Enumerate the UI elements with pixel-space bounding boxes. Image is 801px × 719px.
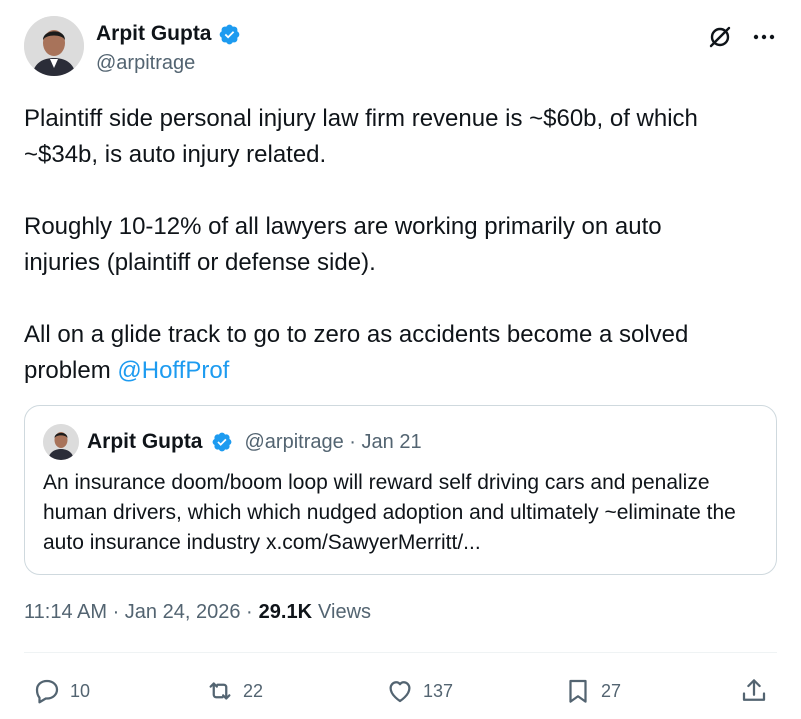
grok-icon[interactable]: [707, 24, 733, 55]
action-bar: 10 22 137 27: [0, 672, 801, 712]
verified-badge-icon[interactable]: [218, 23, 241, 46]
bookmark-icon: [569, 679, 587, 703]
author-name[interactable]: Arpit Gupta: [96, 22, 212, 46]
author-avatar[interactable]: [24, 16, 84, 76]
tweet-body: Plaintiff side personal injury law firm …: [24, 105, 698, 384]
repost-button[interactable]: 22: [205, 676, 263, 706]
reply-count: 10: [70, 680, 91, 701]
share-icon: [742, 679, 766, 701]
bookmark-count: 27: [601, 680, 622, 701]
author-handle[interactable]: @arpitrage: [96, 52, 241, 75]
quoted-tweet-header: Arpit Gupta @arpitrage · Jan 21: [43, 424, 422, 460]
more-icon[interactable]: [751, 24, 777, 55]
like-icon: [389, 681, 411, 703]
tweet-timestamp[interactable]: 11:14 AM · Jan 24, 2026 ·: [24, 601, 253, 624]
reply-button[interactable]: 10: [32, 676, 90, 706]
quoted-tweet[interactable]: Arpit Gupta @arpitrage · Jan 21 An insur…: [24, 405, 777, 575]
verified-badge-icon: [211, 431, 233, 453]
tweet-header: Arpit Gupta @arpitrage: [24, 16, 777, 80]
author-block: Arpit Gupta @arpitrage: [96, 20, 241, 75]
views-label: Views: [318, 601, 372, 623]
mention-link[interactable]: @HoffProf: [117, 357, 229, 384]
quoted-author-avatar: [43, 424, 79, 460]
quoted-tweet-text: An insurance doom/boom loop will reward …: [43, 471, 736, 554]
repost-icon: [209, 682, 231, 700]
quoted-author-name: Arpit Gupta: [87, 430, 203, 453]
top-actions: [707, 24, 777, 55]
share-button[interactable]: [739, 676, 769, 706]
bookmark-button[interactable]: 27: [563, 676, 621, 706]
repost-count: 22: [243, 680, 264, 701]
views-count: 29.1K: [258, 601, 313, 623]
tweet-meta: 11:14 AM · Jan 24, 2026 · 29.1K Views: [24, 601, 371, 624]
divider: [24, 652, 777, 653]
like-count: 137: [423, 680, 454, 701]
quoted-handle-date: @arpitrage · Jan 21: [244, 430, 422, 453]
tweet-text: Plaintiff side personal injury law firm …: [24, 101, 784, 389]
like-button[interactable]: 137: [385, 676, 453, 706]
reply-icon: [35, 679, 59, 704]
